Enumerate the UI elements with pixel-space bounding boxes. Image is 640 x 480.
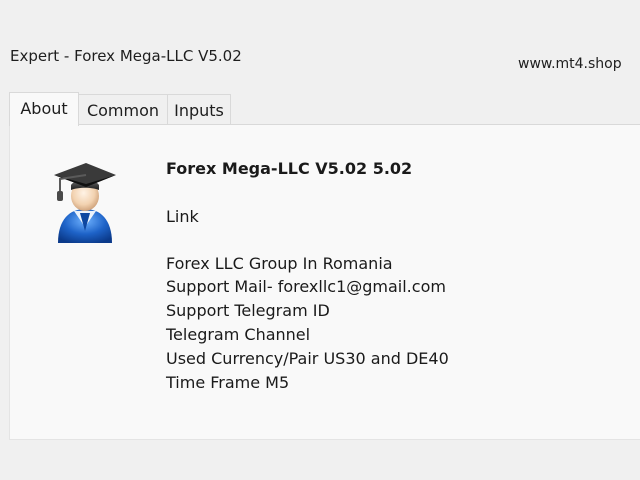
about-info: Forex Mega-LLC V5.02 5.02 Link Forex LLC… <box>166 157 449 394</box>
tab-common[interactable]: Common <box>78 94 168 125</box>
description-line-time-frame: Time Frame M5 <box>166 372 290 392</box>
tab-inputs[interactable]: Inputs <box>167 94 231 125</box>
expert-properties-window: Expert - Forex Mega-LLC V5.02 www.mt4.sh… <box>0 0 640 480</box>
description-line-company: Forex LLC Group In Romania <box>166 253 393 273</box>
description-line-telegram-channel: Telegram Channel <box>166 324 311 344</box>
expert-advisor-graduate-icon <box>52 157 118 249</box>
description-line-currency-pair: Used Currency/Pair US30 and DE40 <box>166 348 449 368</box>
description-line-telegram-id: Support Telegram ID <box>166 301 330 321</box>
tab-about[interactable]: About <box>9 92 79 126</box>
watermark-text: www.mt4.shop <box>518 56 622 72</box>
expert-name-version: Forex Mega-LLC V5.02 5.02 <box>166 159 413 178</box>
expert-link[interactable]: Link <box>166 205 449 229</box>
window-title: Expert - Forex Mega-LLC V5.02 <box>10 47 242 65</box>
tab-bar: About Common Inputs <box>9 91 231 126</box>
description-line-support-mail: Support Mail- forexllc1@gmail.com <box>166 277 446 297</box>
about-panel: Forex Mega-LLC V5.02 5.02 Link Forex LLC… <box>9 124 640 440</box>
